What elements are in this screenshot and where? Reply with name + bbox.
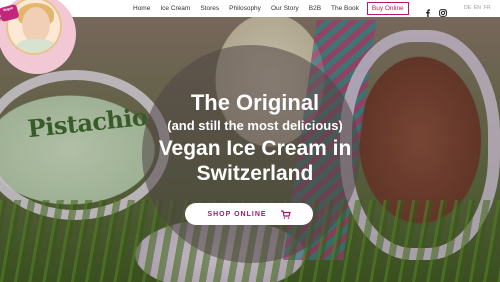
lang-en[interactable]: EN <box>474 5 481 11</box>
social-links <box>424 4 447 17</box>
nav-philosophy[interactable]: Philosophy <box>224 5 266 12</box>
site-header: Home Ice Cream Stores Philosophy Our Sto… <box>0 0 500 17</box>
nav-b2b[interactable]: B2B <box>304 5 326 12</box>
cart-icon <box>280 209 291 219</box>
logo-face <box>22 7 50 43</box>
nav-our-story[interactable]: Our Story <box>266 5 304 12</box>
buy-online-button[interactable]: Buy Online <box>366 2 409 15</box>
nav-ice-cream[interactable]: Ice Cream <box>155 5 195 12</box>
lang-de[interactable]: DE <box>464 5 471 11</box>
instagram-icon[interactable] <box>439 4 447 17</box>
shop-online-label: SHOP ONLINE <box>207 210 267 218</box>
headline-line-3: Vegan Ice Cream in <box>158 137 352 160</box>
facebook-icon[interactable] <box>424 4 432 17</box>
shop-online-button[interactable]: SHOP ONLINE <box>185 203 313 225</box>
hero-headline: The Original (and still the most delicio… <box>120 90 390 186</box>
logo-body <box>16 39 56 53</box>
nav-home[interactable]: Home <box>128 5 155 12</box>
headline-line-1: The Original <box>190 90 320 115</box>
nav-the-book[interactable]: The Book <box>326 5 364 12</box>
headline-line-2: (and still the most delicious) <box>167 118 343 133</box>
nav-stores[interactable]: Stores <box>195 5 224 12</box>
main-nav: Home Ice Cream Stores Philosophy Our Sto… <box>128 0 409 17</box>
lang-fr[interactable]: FR <box>484 5 491 11</box>
headline-line-4: Switzerland <box>196 162 314 185</box>
language-switcher: DE EN FR <box>464 5 491 11</box>
